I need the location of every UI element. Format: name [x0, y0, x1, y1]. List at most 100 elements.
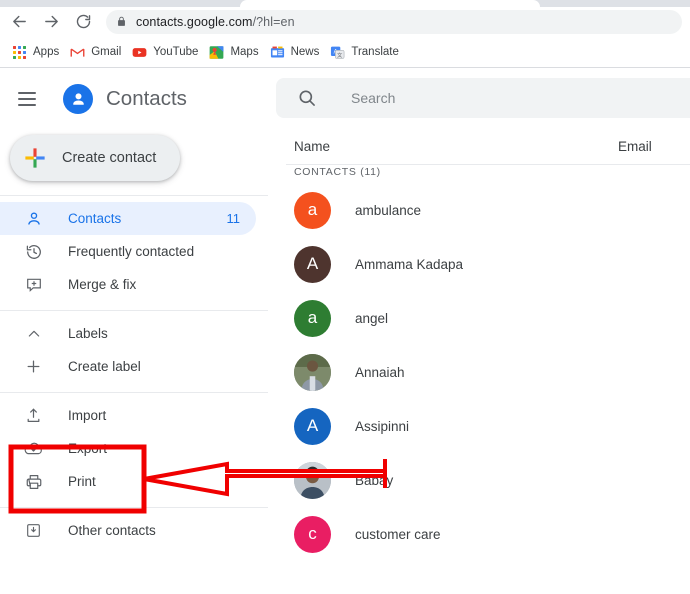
sidebar-item-create-label[interactable]: Create label [0, 350, 256, 383]
page-title: Contacts [106, 87, 187, 110]
browser-toolbar: contacts.google.com/?hl=en [0, 7, 690, 36]
sidebar-item-label: Create label [68, 359, 141, 374]
chevron-up-icon [24, 324, 43, 343]
sidebar-group-tools: Import Export Print [0, 393, 268, 498]
bookmark-label: Apps [33, 46, 60, 58]
upload-icon [24, 406, 43, 425]
bookmark-youtube[interactable]: YouTube [130, 41, 205, 63]
sidebar-item-label: Import [68, 408, 107, 423]
list-column-headers: Name Email [268, 128, 690, 164]
avatar-photo [294, 353, 331, 391]
browser-chrome: contacts.google.com/?hl=en Apps Gmail Yo… [0, 0, 690, 68]
contact-row[interactable]: c customer care [268, 507, 690, 561]
apps-grid-icon [12, 45, 27, 60]
contact-name: Ammama Kadapa [355, 256, 464, 272]
sidebar-item-merge-and-fix[interactable]: Merge & fix [0, 268, 256, 301]
avatar: a [294, 191, 331, 229]
bookmark-translate[interactable]: A 文 Translate [328, 41, 406, 63]
sidebar-item-label: Other contacts [68, 523, 156, 538]
contact-name: ambulance [355, 202, 422, 218]
sidebar-item-frequently-contacted[interactable]: Frequently contacted [0, 235, 256, 268]
bookmark-apps[interactable]: Apps [10, 41, 66, 63]
forward-button[interactable] [38, 9, 64, 35]
bookmark-label: News [290, 46, 320, 58]
bookmark-news[interactable]: News [268, 41, 327, 63]
sidebar-group-other: Other contacts [0, 508, 268, 547]
contact-row[interactable]: Babay [268, 453, 690, 507]
sidebar-item-label: Contacts [68, 211, 122, 226]
reload-button[interactable] [70, 9, 96, 35]
contact-name: angel [355, 310, 389, 326]
printer-icon [24, 472, 43, 491]
sidebar-item-contacts[interactable]: Contacts 11 [0, 202, 256, 235]
sidebar-item-import[interactable]: Import [0, 399, 256, 432]
contact-name: customer care [355, 526, 441, 542]
reload-icon [75, 13, 92, 30]
column-header-name: Name [294, 138, 331, 154]
column-header-email: Email [618, 138, 652, 154]
contacts-app: Contacts Create contact Contacts 11 Freq… [0, 68, 690, 594]
avatar: A [294, 245, 331, 283]
news-icon [270, 45, 285, 60]
plus-icon [24, 147, 46, 169]
search-bar[interactable]: Search [276, 78, 690, 118]
contact-row[interactable]: A Ammama Kadapa [268, 237, 690, 291]
sidebar-item-export[interactable]: Export [0, 432, 256, 465]
sidebar-item-label: Merge & fix [68, 277, 137, 292]
cloud-download-icon [24, 439, 43, 458]
back-button[interactable] [6, 9, 32, 35]
merge-fix-icon [24, 275, 43, 294]
bookmarks-bar: Apps Gmail YouTube Maps News 文 Translate [0, 36, 690, 68]
bookmark-label: YouTube [153, 46, 199, 58]
address-bar[interactable]: contacts.google.com/?hl=en [106, 9, 682, 34]
sidebar-item-print[interactable]: Print [0, 465, 256, 498]
contact-row[interactable]: Annaiah [268, 345, 690, 399]
create-contact-wrap: Create contact [0, 130, 268, 195]
contacts-list: a ambulance A Ammama Kadapa a angel Anna… [268, 183, 690, 561]
app-header: Contacts [0, 68, 268, 130]
bookmark-maps[interactable]: Maps [207, 41, 265, 63]
sidebar-group-primary: Contacts 11 Frequently contacted Merge &… [0, 196, 268, 301]
header-divider [286, 164, 690, 165]
plus-thin-icon [24, 357, 43, 376]
bookmark-gmail[interactable]: Gmail [68, 41, 128, 63]
forward-arrow-icon [43, 13, 60, 30]
sidebar-item-label: Frequently contacted [68, 244, 195, 259]
sidebar: Contacts Create contact Contacts 11 Freq… [0, 68, 268, 594]
tabstrip-filler [540, 0, 690, 7]
translate-icon: A 文 [330, 45, 345, 60]
contact-photo-icon [294, 461, 331, 499]
contacts-group-label: CONTACTS (11) [294, 166, 381, 178]
avatar-initial: a [307, 308, 318, 327]
other-contacts-icon [24, 521, 43, 540]
active-tab[interactable] [240, 0, 540, 7]
contact-name: Babay [355, 472, 394, 488]
create-contact-button[interactable]: Create contact [10, 135, 181, 181]
avatar: A [294, 407, 331, 445]
gmail-icon [70, 45, 85, 60]
avatar-initial: A [306, 416, 319, 435]
sidebar-item-labels[interactable]: Labels [0, 317, 256, 350]
contact-row[interactable]: A Assipinni [268, 399, 690, 453]
contact-photo-icon [294, 353, 331, 391]
search-icon [297, 88, 317, 108]
tab-strip [0, 0, 690, 7]
contact-row[interactable]: a ambulance [268, 183, 690, 237]
contact-name: Assipinni [355, 418, 410, 434]
hamburger-menu-icon[interactable] [18, 87, 42, 111]
contacts-person-logo-icon [63, 84, 93, 114]
sidebar-item-other-contacts[interactable]: Other contacts [0, 514, 256, 547]
lock-icon [116, 15, 127, 28]
sidebar-group-labels: Labels Create label [0, 311, 268, 383]
sidebar-item-label: Export [68, 441, 108, 456]
back-arrow-icon [11, 13, 28, 30]
person-outline-icon [24, 209, 43, 228]
maps-icon [209, 45, 224, 60]
contact-row[interactable]: a angel [268, 291, 690, 345]
create-contact-label: Create contact [62, 150, 157, 166]
search-placeholder: Search [351, 90, 396, 106]
sidebar-item-label: Print [68, 474, 96, 489]
bookmark-label: Maps [230, 46, 259, 58]
